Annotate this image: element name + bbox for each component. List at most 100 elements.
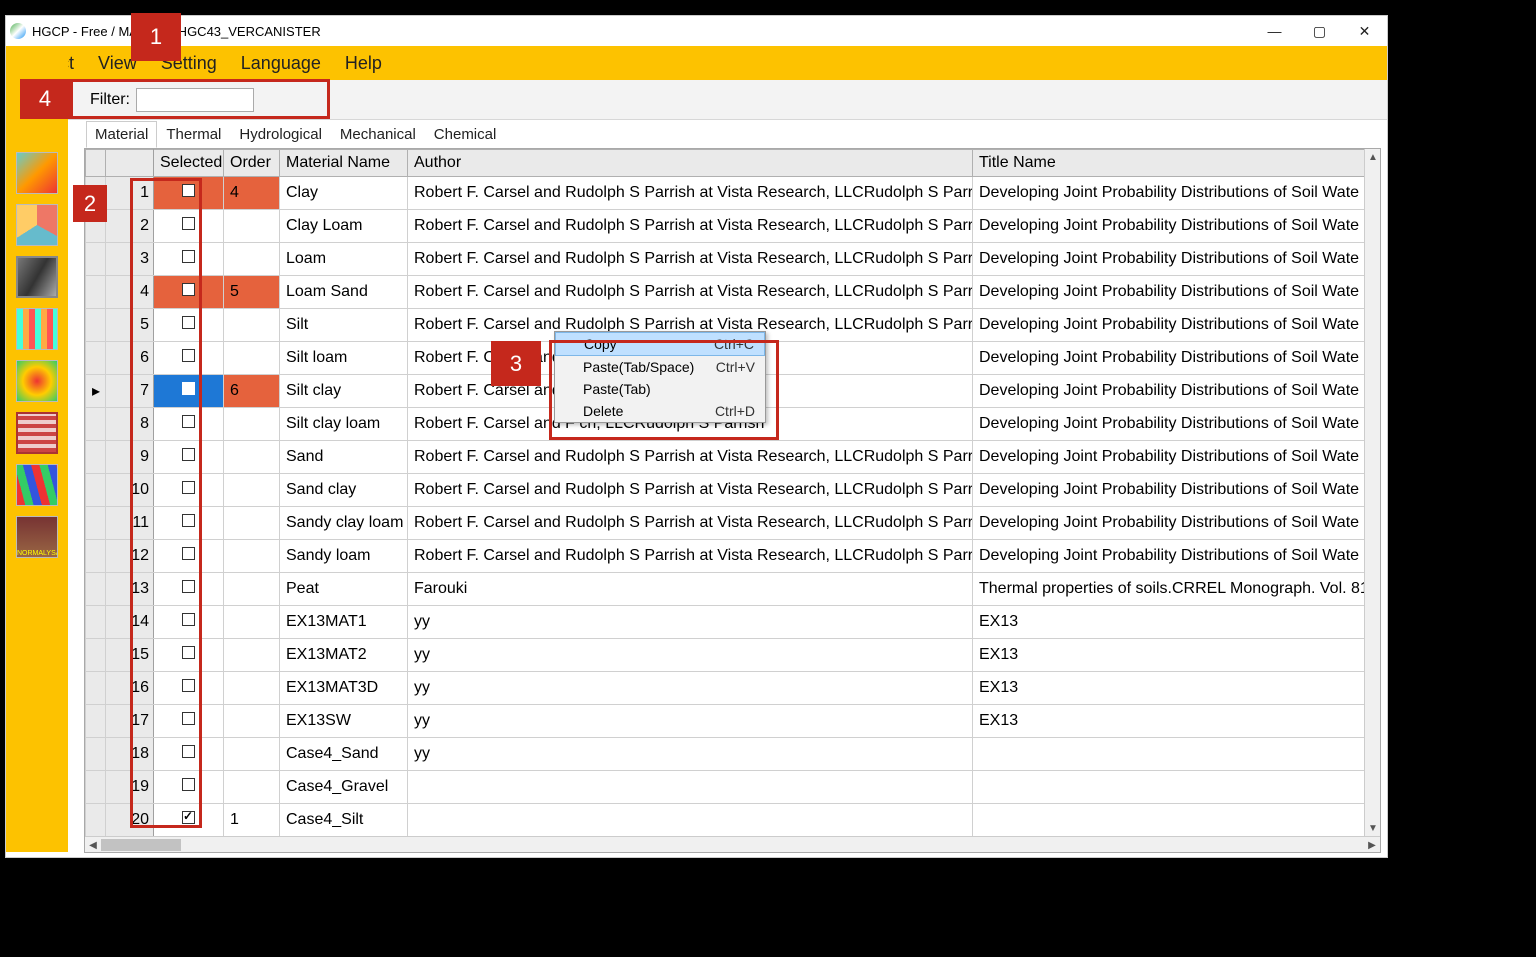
order-cell[interactable] — [224, 573, 280, 606]
checkbox-icon[interactable] — [182, 184, 195, 197]
order-cell[interactable] — [224, 738, 280, 771]
material-cell[interactable]: Sandy loam — [280, 540, 408, 573]
selected-checkbox-cell[interactable] — [154, 276, 224, 309]
selected-checkbox-cell[interactable] — [154, 474, 224, 507]
tool-icon-7[interactable] — [16, 464, 58, 506]
tool-icon-1[interactable] — [16, 152, 58, 194]
title-cell[interactable]: Developing Joint Probability Distributio… — [973, 507, 1380, 540]
checkbox-icon[interactable] — [182, 316, 195, 329]
tab-thermal[interactable]: Thermal — [157, 121, 230, 148]
col-rownum[interactable] — [106, 150, 154, 177]
material-cell[interactable]: Peat — [280, 573, 408, 606]
title-cell[interactable]: Developing Joint Probability Distributio… — [973, 243, 1380, 276]
title-cell[interactable]: Developing Joint Probability Distributio… — [973, 375, 1380, 408]
checkbox-icon[interactable] — [182, 415, 195, 428]
checkbox-icon[interactable] — [182, 679, 195, 692]
author-cell[interactable]: Robert F. Carsel and Rudolph S Parrish a… — [408, 177, 973, 210]
selected-checkbox-cell[interactable] — [154, 705, 224, 738]
table-row[interactable]: 10Sand clayRobert F. Carsel and Rudolph … — [86, 474, 1380, 507]
order-cell[interactable] — [224, 540, 280, 573]
tab-chemical[interactable]: Chemical — [425, 121, 506, 148]
table-row[interactable]: 11Sandy clay loamRobert F. Carsel and Ru… — [86, 507, 1380, 540]
context-menu-item[interactable]: Paste(Tab) — [555, 378, 765, 400]
col-order[interactable]: Order — [224, 150, 280, 177]
horizontal-scrollbar[interactable]: ◀ ▶ — [85, 836, 1380, 852]
table-row[interactable]: 13PeatFaroukiThermal properties of soils… — [86, 573, 1380, 606]
col-author[interactable]: Author — [408, 150, 973, 177]
selected-checkbox-cell[interactable] — [154, 309, 224, 342]
tool-icon-4[interactable] — [16, 308, 58, 350]
author-cell[interactable]: yy — [408, 738, 973, 771]
author-cell[interactable] — [408, 771, 973, 804]
selected-checkbox-cell[interactable] — [154, 738, 224, 771]
title-cell[interactable] — [973, 738, 1380, 771]
order-cell[interactable] — [224, 342, 280, 375]
table-row[interactable]: 16EX13MAT3DyyEX13 — [86, 672, 1380, 705]
menu-help[interactable]: Help — [345, 53, 382, 74]
order-cell[interactable] — [224, 771, 280, 804]
checkbox-icon[interactable] — [182, 514, 195, 527]
checkbox-icon[interactable] — [182, 382, 195, 395]
author-cell[interactable]: yy — [408, 639, 973, 672]
data-grid[interactable]: Selected Order Material Name Author Titl… — [84, 148, 1381, 853]
table-row[interactable]: 201Case4_Silt — [86, 804, 1380, 837]
author-cell[interactable]: Robert F. Carsel and Rudolph S Parrish a… — [408, 243, 973, 276]
filter-input[interactable] — [136, 88, 254, 112]
checkbox-icon[interactable] — [182, 349, 195, 362]
col-title[interactable]: Title Name — [973, 150, 1380, 177]
table-row[interactable]: 15EX13MAT2yyEX13 — [86, 639, 1380, 672]
checkbox-icon[interactable] — [182, 811, 195, 824]
material-cell[interactable]: Case4_Silt — [280, 804, 408, 837]
order-cell[interactable]: 4 — [224, 177, 280, 210]
checkbox-icon[interactable] — [182, 745, 195, 758]
checkbox-icon[interactable] — [182, 778, 195, 791]
title-cell[interactable] — [973, 771, 1380, 804]
tab-hydrological[interactable]: Hydrological — [230, 121, 331, 148]
author-cell[interactable] — [408, 804, 973, 837]
checkbox-icon[interactable] — [182, 250, 195, 263]
author-cell[interactable]: Robert F. Carsel and Rudolph S Parrish a… — [408, 441, 973, 474]
material-cell[interactable]: Silt — [280, 309, 408, 342]
title-cell[interactable]: Developing Joint Probability Distributio… — [973, 474, 1380, 507]
selected-checkbox-cell[interactable] — [154, 804, 224, 837]
table-row[interactable]: 3LoamRobert F. Carsel and Rudolph S Parr… — [86, 243, 1380, 276]
order-cell[interactable] — [224, 639, 280, 672]
checkbox-icon[interactable] — [182, 712, 195, 725]
order-cell[interactable] — [224, 210, 280, 243]
col-material[interactable]: Material Name — [280, 150, 408, 177]
tool-icon-8[interactable]: NORMALYSA — [16, 516, 58, 558]
author-cell[interactable]: Robert F. Carsel and Rudolph S Parrish a… — [408, 210, 973, 243]
order-cell[interactable] — [224, 309, 280, 342]
author-cell[interactable]: yy — [408, 672, 973, 705]
selected-checkbox-cell[interactable] — [154, 375, 224, 408]
maximize-button[interactable]: ▢ — [1297, 16, 1342, 46]
tool-icon-2[interactable] — [16, 204, 58, 246]
title-cell[interactable]: EX13 — [973, 672, 1380, 705]
title-cell[interactable]: EX13 — [973, 606, 1380, 639]
order-cell[interactable]: 1 — [224, 804, 280, 837]
selected-checkbox-cell[interactable] — [154, 441, 224, 474]
minimize-button[interactable]: — — [1252, 16, 1297, 46]
checkbox-icon[interactable] — [182, 580, 195, 593]
scroll-up-icon[interactable]: ▲ — [1365, 149, 1381, 165]
material-cell[interactable]: Case4_Sand — [280, 738, 408, 771]
table-row[interactable]: 18Case4_Sandyy — [86, 738, 1380, 771]
selected-checkbox-cell[interactable] — [154, 672, 224, 705]
author-cell[interactable]: Robert F. Carsel and Rudolph S Parrish a… — [408, 540, 973, 573]
order-cell[interactable] — [224, 507, 280, 540]
selected-checkbox-cell[interactable] — [154, 540, 224, 573]
checkbox-icon[interactable] — [182, 283, 195, 296]
material-cell[interactable]: Clay Loam — [280, 210, 408, 243]
title-cell[interactable]: Developing Joint Probability Distributio… — [973, 276, 1380, 309]
checkbox-icon[interactable] — [182, 613, 195, 626]
title-cell[interactable] — [973, 804, 1380, 837]
material-cell[interactable]: EX13MAT1 — [280, 606, 408, 639]
title-cell[interactable]: Developing Joint Probability Distributio… — [973, 408, 1380, 441]
menu-language[interactable]: Language — [241, 53, 321, 74]
selected-checkbox-cell[interactable] — [154, 573, 224, 606]
tab-mechanical[interactable]: Mechanical — [331, 121, 425, 148]
vertical-scrollbar[interactable]: ▲ ▼ — [1364, 149, 1380, 836]
title-cell[interactable]: Developing Joint Probability Distributio… — [973, 342, 1380, 375]
selected-checkbox-cell[interactable] — [154, 771, 224, 804]
scroll-down-icon[interactable]: ▼ — [1365, 820, 1381, 836]
